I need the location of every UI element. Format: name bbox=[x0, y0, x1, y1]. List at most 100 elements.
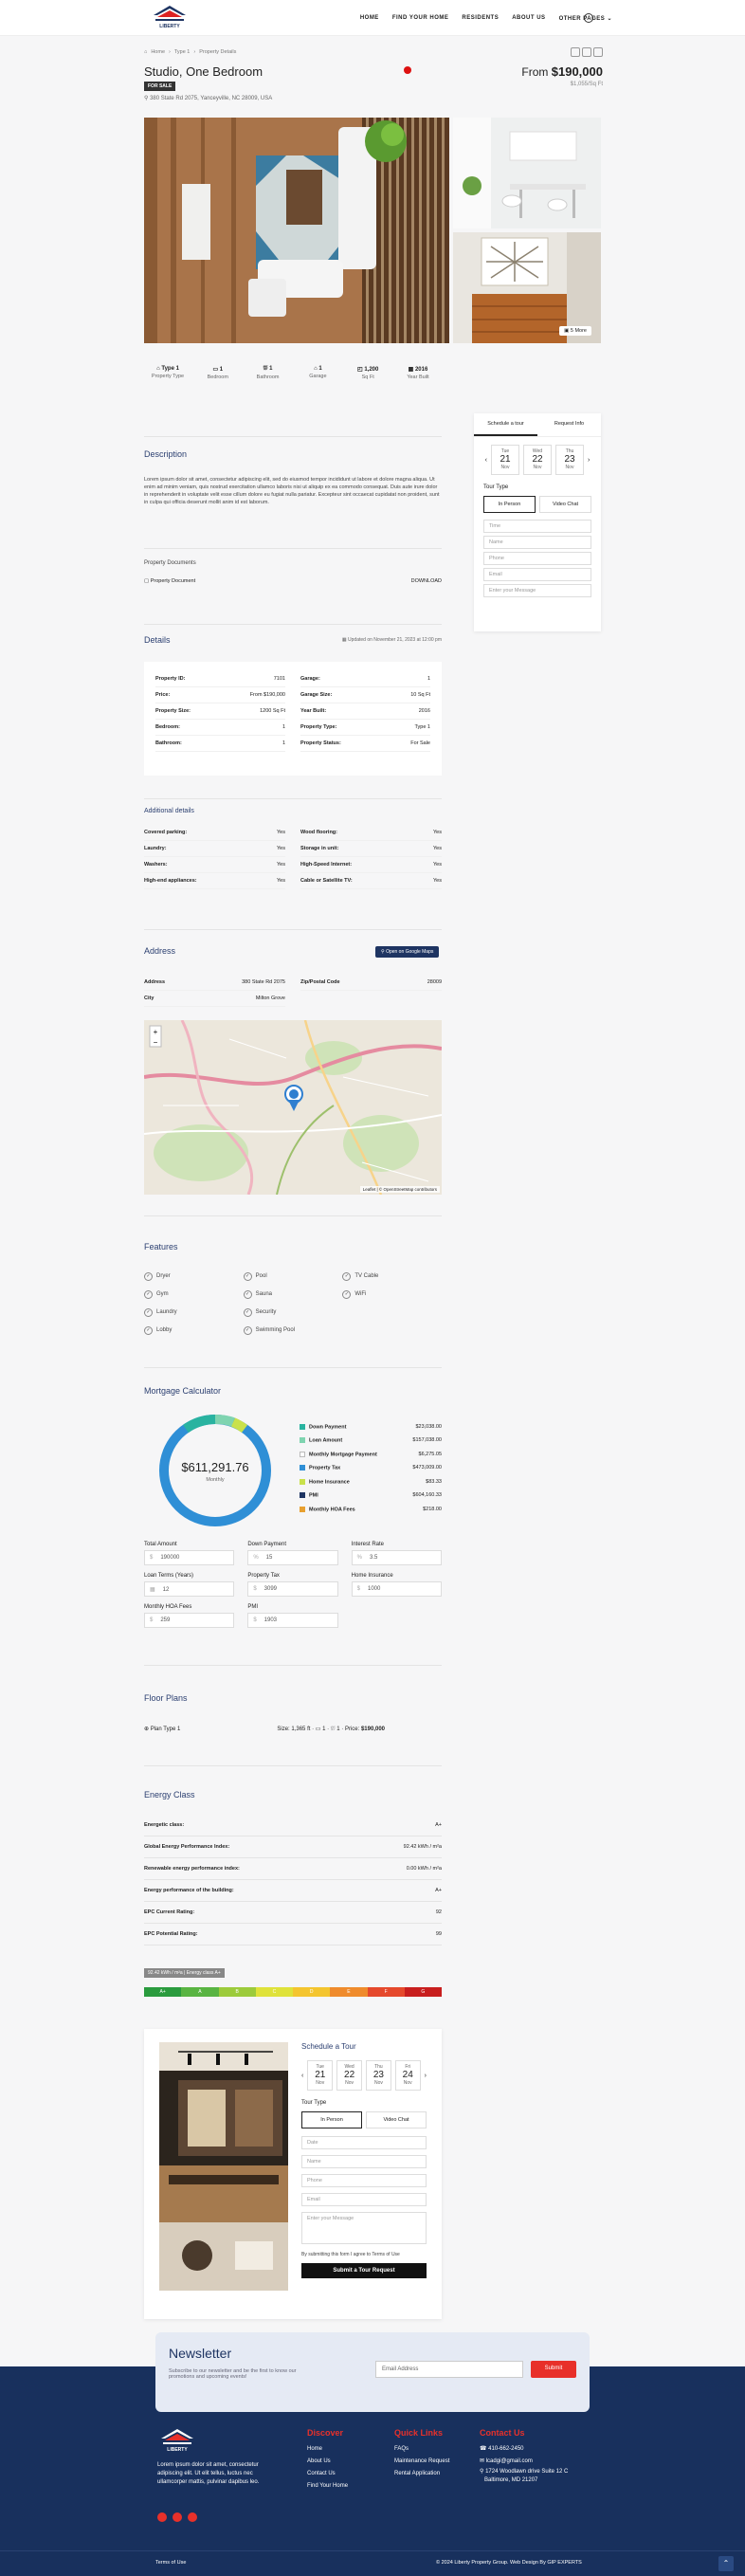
submit-tour-button[interactable]: Submit a Tour Request bbox=[301, 2263, 427, 2278]
in-person-button[interactable]: In Person bbox=[301, 2111, 362, 2128]
bed-icon: ▭ bbox=[315, 1726, 321, 1732]
property-tax-input[interactable]: $3099 bbox=[247, 1581, 338, 1597]
nav-home[interactable]: HOME bbox=[360, 15, 379, 22]
area-icon: ◰ bbox=[357, 367, 363, 373]
calendar-icon: ▦ bbox=[408, 367, 414, 373]
tab-request-info[interactable]: Request Info bbox=[537, 413, 601, 436]
location-icon: ⚲ bbox=[480, 2469, 484, 2475]
footer-link[interactable]: Maintenance Request bbox=[394, 2456, 449, 2468]
video-chat-button[interactable]: Video Chat bbox=[539, 496, 591, 513]
footer-link[interactable]: Find Your Home bbox=[307, 2480, 348, 2493]
share-icon[interactable] bbox=[582, 47, 591, 57]
fact-type: ⌂ Type 1 Property Type bbox=[151, 366, 185, 379]
footer-link[interactable]: Rental Application bbox=[394, 2468, 449, 2480]
youtube-icon[interactable] bbox=[188, 2512, 197, 2522]
newsletter-heading: Newsletter bbox=[169, 2346, 232, 2361]
home-icon[interactable]: ⌂ bbox=[144, 49, 147, 55]
fact-garage: ⌂ 1 Garage bbox=[309, 366, 327, 379]
facebook-icon[interactable] bbox=[157, 2512, 167, 2522]
feature-item: Security bbox=[244, 1308, 343, 1317]
favorite-icon[interactable] bbox=[571, 47, 580, 57]
phone-input[interactable]: Phone bbox=[483, 552, 591, 565]
name-input[interactable]: Name bbox=[301, 2155, 427, 2168]
phone-input[interactable]: Phone bbox=[301, 2174, 427, 2187]
chevron-right-icon[interactable]: › bbox=[588, 457, 590, 464]
print-icon[interactable] bbox=[593, 47, 603, 57]
gallery-main-image[interactable] bbox=[144, 118, 449, 343]
instagram-icon[interactable] bbox=[173, 2512, 182, 2522]
nav-find-home[interactable]: FIND YOUR HOME bbox=[392, 15, 449, 22]
total-amount-input[interactable]: $190000 bbox=[144, 1550, 235, 1565]
status-badge: FOR SALE bbox=[144, 82, 176, 91]
message-input[interactable]: Enter your Message bbox=[301, 2212, 427, 2244]
back-to-top-icon[interactable]: ⌃ bbox=[718, 2556, 734, 2571]
feature-item: Laundry bbox=[144, 1308, 244, 1317]
gallery-thumb-decor[interactable]: ▣ 5 More bbox=[453, 232, 601, 343]
date-option[interactable]: Wed 22 Nov bbox=[523, 445, 552, 475]
gallery-thumb-dining[interactable] bbox=[453, 118, 601, 228]
in-person-button[interactable]: In Person bbox=[483, 496, 536, 513]
open-google-maps-button[interactable]: ⚲ Open on Google Maps bbox=[375, 946, 440, 958]
property-price: From $190,000 bbox=[521, 64, 603, 79]
home-insurance-input[interactable]: $1000 bbox=[351, 1581, 442, 1597]
tour-type-label: Tour Type bbox=[483, 484, 509, 490]
mortgage-total: $611,291.76 bbox=[181, 1460, 249, 1474]
chevron-left-icon[interactable]: ‹ bbox=[301, 2073, 303, 2079]
tour-form: Schedule a Tour ‹ Tue 21 Nov Wed 22 Nov Thu 2… bbox=[301, 2042, 427, 2278]
message-input[interactable]: Enter your Message bbox=[483, 584, 591, 597]
nav-residents[interactable]: RESIDENTS bbox=[462, 15, 499, 22]
loan-terms-input[interactable]: ▦ 12 bbox=[144, 1581, 235, 1597]
crumb-type[interactable]: Type 1 bbox=[174, 49, 191, 55]
chevron-right-icon[interactable]: › bbox=[425, 2073, 427, 2079]
features-heading: Features bbox=[144, 1242, 178, 1251]
date-option[interactable]: Thu 23 Nov bbox=[555, 445, 584, 475]
user-icon[interactable] bbox=[584, 13, 593, 23]
email-input[interactable]: Email bbox=[301, 2193, 427, 2206]
feature-item: Lobby bbox=[144, 1326, 244, 1335]
feature-item: Gym bbox=[144, 1290, 244, 1299]
feature-item: WiFi bbox=[342, 1290, 442, 1299]
footer-link[interactable]: FAQs bbox=[394, 2443, 449, 2456]
name-input[interactable]: Name bbox=[483, 536, 591, 549]
map-attribution[interactable]: Leaflet | © OpenStreetMap contributors bbox=[359, 1186, 440, 1193]
liberty-logo[interactable]: LIBERTY bbox=[150, 4, 190, 30]
date-option[interactable]: Wed 22 Nov bbox=[336, 2060, 362, 2091]
tab-schedule-tour[interactable]: Schedule a tour bbox=[474, 413, 537, 436]
crumb-home[interactable]: Home bbox=[151, 49, 165, 55]
fact-bedroom: ▭ 1 Bedroom bbox=[207, 367, 228, 380]
date-option[interactable]: Tue 21 Nov bbox=[307, 2060, 334, 2091]
date-option[interactable]: Fri 24 Nov bbox=[394, 2060, 421, 2091]
footer-logo[interactable]: LIBERTY bbox=[157, 2427, 197, 2454]
pmi-input[interactable]: $1903 bbox=[247, 1613, 338, 1628]
footer-link[interactable]: About Us bbox=[307, 2456, 348, 2468]
price-per-sqft: $1,055/Sq Ft bbox=[570, 82, 603, 87]
hoa-fees-input[interactable]: $259 bbox=[144, 1613, 235, 1628]
svg-text:+: + bbox=[154, 1028, 158, 1036]
email-icon: ✉ bbox=[480, 2458, 485, 2464]
energy-tag: 92.42 kWh / m²a | Energy class A+ bbox=[144, 1968, 225, 1978]
mortgage-total-label: Monthly bbox=[206, 1477, 225, 1483]
terms-link[interactable]: Terms of Use bbox=[155, 2560, 186, 2566]
newsletter-email-input[interactable]: Email Address bbox=[375, 2361, 523, 2378]
more-photos-button[interactable]: ▣ 5 More bbox=[559, 326, 591, 336]
nav-about[interactable]: ABOUT US bbox=[512, 15, 545, 22]
time-select[interactable]: Time bbox=[483, 520, 591, 533]
fact-year: ▦ 2016 Year Built bbox=[407, 367, 429, 380]
video-chat-button[interactable]: Video Chat bbox=[366, 2111, 427, 2128]
download-link[interactable]: DOWNLOAD bbox=[411, 578, 442, 584]
chevron-left-icon[interactable]: ‹ bbox=[485, 457, 487, 464]
tour-heading: Schedule a Tour bbox=[301, 2042, 356, 2051]
footer-link[interactable]: Contact Us bbox=[307, 2468, 348, 2480]
down-payment-input[interactable]: % 15 bbox=[247, 1550, 338, 1565]
calendar-icon: ▦ bbox=[341, 637, 347, 643]
date-select[interactable]: Date bbox=[301, 2136, 427, 2149]
floor-plan-row[interactable]: ⊕ Plan Type 1 Size: 1,365 ft · ▭ 1 · ⛆ 1… bbox=[144, 1726, 442, 1733]
date-option[interactable]: Thu 23 Nov bbox=[366, 2060, 391, 2091]
newsletter-submit-button[interactable]: Submit bbox=[531, 2361, 576, 2378]
date-option[interactable]: Tue 21 Nov bbox=[491, 445, 519, 475]
footer-link[interactable]: Home bbox=[307, 2443, 348, 2456]
property-map[interactable]: + − Leaflet | © OpenStreetMap contributo… bbox=[144, 1020, 442, 1195]
email-input[interactable]: Email bbox=[483, 568, 591, 581]
newsletter-text: Subscribe to our newsletter and be the f… bbox=[169, 2368, 297, 2380]
interest-rate-input[interactable]: % 3.5 bbox=[351, 1550, 442, 1565]
